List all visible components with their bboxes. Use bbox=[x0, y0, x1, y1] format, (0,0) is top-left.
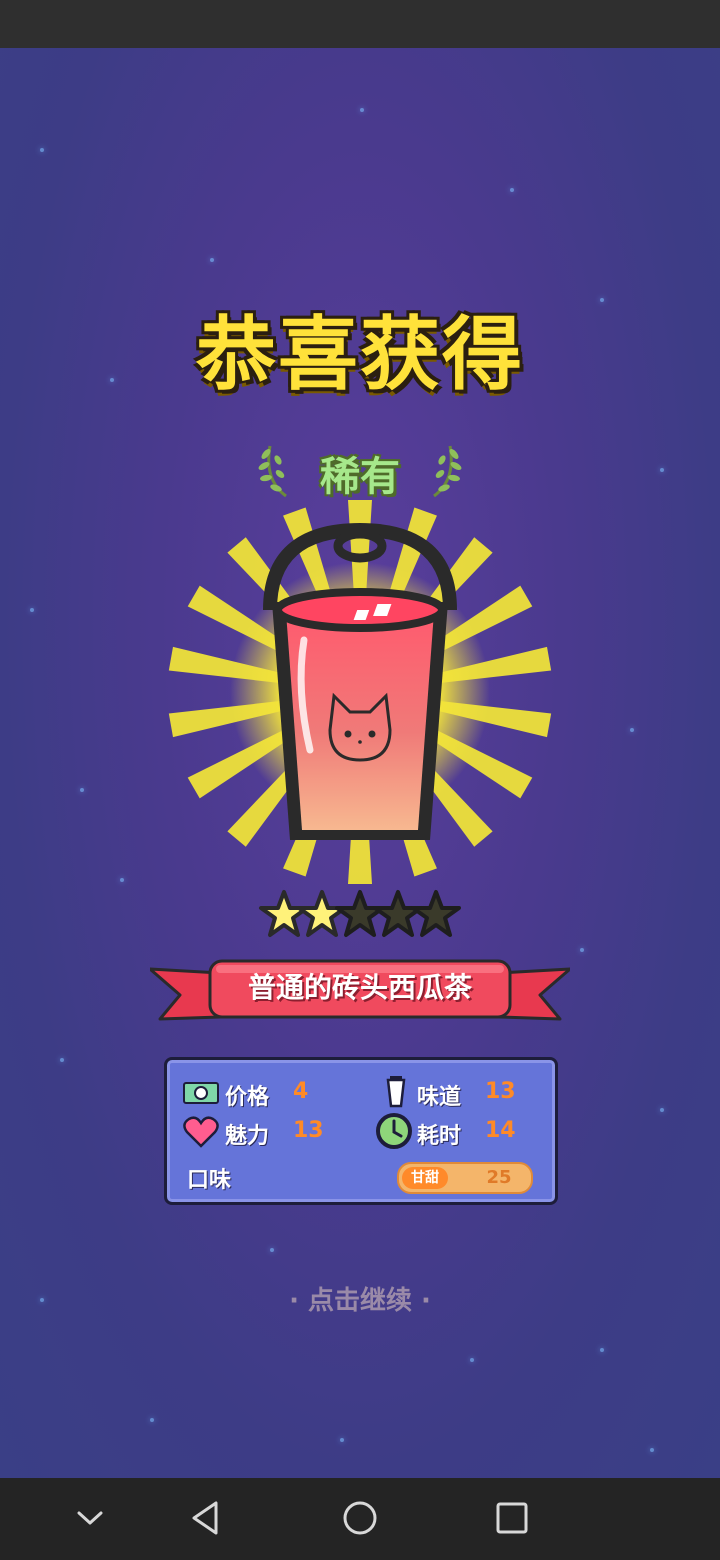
laurel-right-icon bbox=[433, 445, 462, 498]
background-sparkle bbox=[120, 878, 124, 882]
background-sparkle bbox=[210, 258, 214, 262]
background-sparkle bbox=[60, 1058, 64, 1062]
home-circle-icon[interactable] bbox=[336, 1496, 384, 1540]
flavor-bar: 甘甜 25 bbox=[397, 1162, 533, 1194]
flavor-tag: 甘甜 bbox=[402, 1167, 448, 1189]
chevron-down-icon[interactable] bbox=[66, 1496, 114, 1540]
stats-panel: 价格 4 味道 13 魅力 13 耗时 14 口味 甘甜 25 bbox=[164, 1057, 558, 1205]
clock-icon bbox=[376, 1113, 412, 1149]
background-sparkle bbox=[340, 1438, 344, 1442]
price-value: 4 bbox=[293, 1079, 309, 1104]
recents-square-icon[interactable] bbox=[488, 1496, 536, 1540]
flavor-value: 25 bbox=[486, 1167, 512, 1188]
star-icon-4 bbox=[373, 890, 423, 937]
background-sparkle bbox=[650, 1448, 654, 1452]
background-sparkle bbox=[30, 608, 34, 612]
star-rating bbox=[259, 890, 461, 937]
watermelon-tea-cup bbox=[263, 522, 457, 840]
background-sparkle bbox=[470, 1358, 474, 1362]
background-sparkle bbox=[270, 1248, 274, 1252]
item-name: 普通的砖头西瓜茶 bbox=[247, 971, 472, 1004]
background-sparkle bbox=[80, 788, 84, 792]
rarity-badge: 稀有 bbox=[250, 440, 470, 500]
background-sparkle bbox=[600, 1348, 604, 1352]
star-icon-3 bbox=[335, 890, 385, 937]
heart-icon bbox=[183, 1116, 219, 1148]
flavor-label: 口味 bbox=[187, 1168, 232, 1193]
back-triangle-icon[interactable] bbox=[182, 1496, 230, 1540]
star-icon-2 bbox=[297, 890, 347, 937]
status-bar bbox=[0, 0, 720, 48]
price-label: 价格 bbox=[225, 1085, 270, 1110]
background-sparkle bbox=[360, 108, 364, 112]
background-sparkle bbox=[40, 148, 44, 152]
tap-to-continue[interactable]: · 点击继续 · bbox=[0, 1280, 720, 1317]
background-sparkle bbox=[580, 948, 584, 952]
star-icon-5 bbox=[411, 890, 461, 937]
taste-label: 味道 bbox=[417, 1085, 462, 1110]
charm-value: 13 bbox=[293, 1118, 324, 1143]
cup-icon bbox=[386, 1076, 406, 1108]
background-sparkle bbox=[510, 188, 514, 192]
time-label: 耗时 bbox=[417, 1124, 462, 1149]
time-value: 14 bbox=[485, 1118, 516, 1143]
background-sparkle bbox=[660, 1108, 664, 1112]
charm-label: 魅力 bbox=[225, 1124, 270, 1149]
background-sparkle bbox=[630, 728, 634, 732]
money-icon bbox=[183, 1082, 219, 1104]
background-sparkle bbox=[150, 1418, 154, 1422]
background-sparkle bbox=[660, 468, 664, 472]
system-nav-bar bbox=[0, 1478, 720, 1560]
reward-title: 恭喜获得 bbox=[196, 308, 524, 401]
star-icon-1 bbox=[259, 890, 309, 937]
taste-value: 13 bbox=[485, 1079, 516, 1104]
